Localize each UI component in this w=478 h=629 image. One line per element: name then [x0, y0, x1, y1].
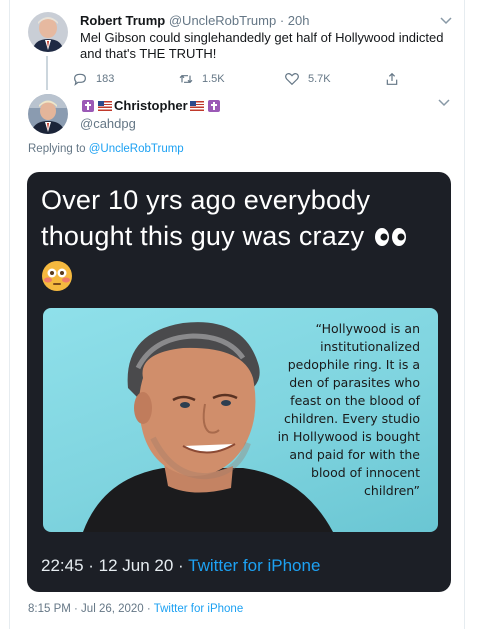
share-icon	[386, 72, 398, 85]
image-headline: Over 10 yrs ago everybody thought this g…	[41, 182, 441, 256]
image-footer-time: 22:45 · 12 Jun 20 ·	[41, 556, 189, 575]
author-handle[interactable]: @cahdpg	[80, 116, 136, 131]
image-quote: “Hollywood is an institutionalized pedop…	[277, 321, 420, 498]
avatar[interactable]	[28, 12, 68, 52]
tweet-time[interactable]: 20h	[288, 13, 310, 28]
replying-prefix: Replying to	[28, 143, 89, 155]
reply-icon	[74, 73, 86, 86]
timestamp-text[interactable]: 8:15 PM · Jul 26, 2020 ·	[28, 603, 154, 615]
source-link[interactable]: Twitter for iPhone	[154, 603, 243, 615]
tweet-text: Mel Gibson could singlehandedly get half…	[80, 30, 444, 61]
image-footer-via: Twitter for iPhone	[188, 556, 321, 575]
eyes-icon	[374, 220, 408, 256]
us-flag-icon	[189, 100, 204, 111]
tweet-timestamp: 8:15 PM · Jul 26, 2020 · Twitter for iPh…	[28, 603, 243, 615]
us-flag-icon	[98, 100, 112, 111]
cross-icon	[82, 99, 94, 112]
share-button[interactable]	[384, 70, 408, 88]
tweet-actions: 183 1.5K 5.7K	[72, 70, 402, 88]
main-tweet-header: Christopher @cahdpg	[28, 94, 458, 138]
avatar[interactable]	[28, 94, 68, 134]
tweet-image[interactable]: Over 10 yrs ago everybody thought this g…	[27, 172, 451, 592]
retweet-icon	[179, 74, 193, 84]
author-name[interactable]: Robert Trump	[80, 13, 165, 28]
photo: “Hollywood is an institutionalized pedop…	[43, 308, 438, 532]
author-name-row[interactable]: Christopher	[80, 98, 222, 113]
like-button[interactable]: 5.7K	[284, 70, 331, 88]
tweet-header: Robert Trump @UncleRobTrump · 20h	[80, 13, 309, 28]
retweet-button[interactable]: 1.5K	[178, 70, 225, 88]
chevron-down-icon[interactable]	[438, 98, 450, 110]
author-handle[interactable]: @UncleRobTrump	[169, 13, 276, 28]
like-count: 5.7K	[308, 73, 331, 85]
image-footer: 22:45 · 12 Jun 20 · Twitter for iPhone	[41, 556, 320, 576]
separator: ·	[276, 13, 288, 28]
reply-button[interactable]: 183	[72, 70, 114, 88]
heart-icon	[285, 72, 299, 86]
cross-icon	[207, 99, 220, 112]
reply-count: 183	[96, 73, 115, 85]
chevron-down-icon[interactable]	[440, 16, 452, 28]
thread-line	[46, 56, 48, 90]
author-name: Christopher	[114, 98, 188, 113]
replying-to-link[interactable]: @UncleRobTrump	[89, 143, 184, 155]
retweet-count: 1.5K	[202, 73, 225, 85]
flushed-face-icon	[41, 260, 73, 297]
replying-to: Replying to @UncleRobTrump	[28, 143, 184, 155]
image-headline-text: Over 10 yrs ago everybody thought this g…	[41, 185, 371, 251]
